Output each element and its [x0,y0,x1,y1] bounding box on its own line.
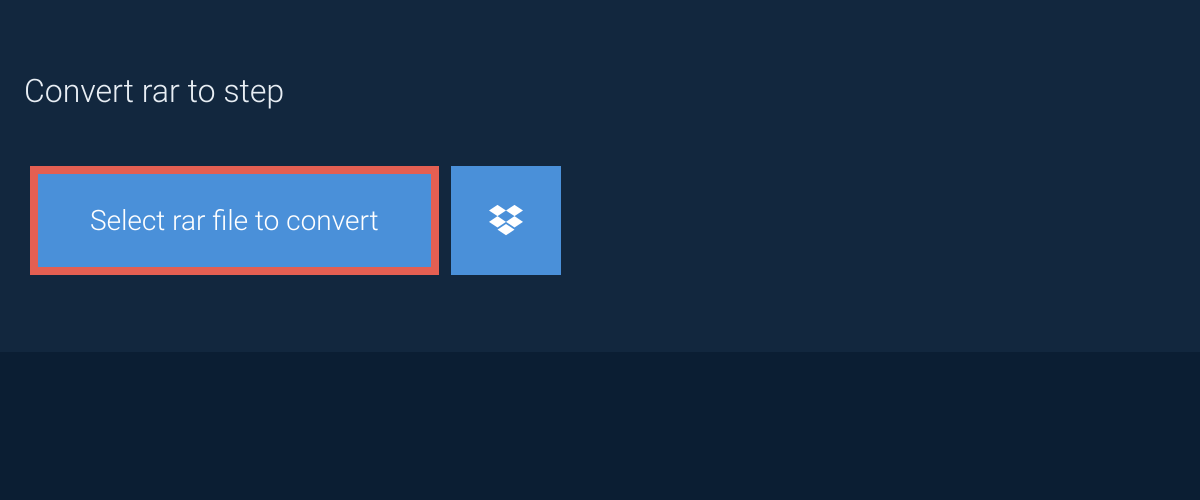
select-file-button[interactable]: Select rar file to convert [30,166,439,275]
panel-body: Select rar file to convert [0,56,1200,352]
dropbox-button[interactable] [451,166,561,275]
dropbox-icon [489,202,523,240]
converter-panel: Convert rar to step Select rar file to c… [0,0,1200,352]
select-file-label: Select rar file to convert [90,204,379,237]
file-select-row: Select rar file to convert [30,166,1170,275]
